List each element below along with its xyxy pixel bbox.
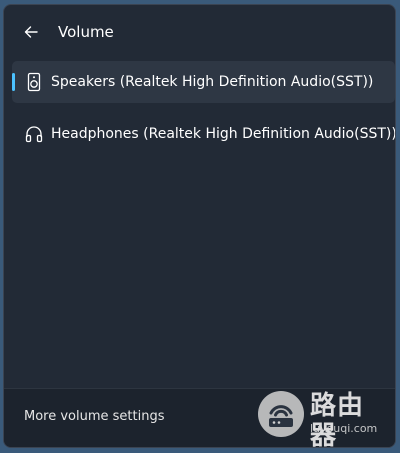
device-label: Speakers (Realtek High Definition Audio(…: [51, 74, 374, 90]
device-label: Headphones (Realtek High Definition Audi…: [51, 126, 396, 142]
headphones-icon: [25, 126, 43, 143]
selected-indicator: [12, 73, 15, 91]
arrow-left-icon: [24, 26, 38, 38]
device-item-speakers[interactable]: Speakers (Realtek High Definition Audio(…: [12, 61, 395, 103]
page-title: Volume: [58, 23, 114, 41]
flyout-header: Volume: [4, 5, 395, 57]
back-button[interactable]: [18, 19, 44, 45]
volume-flyout: Volume Speakers (Realtek High Definition…: [3, 4, 396, 448]
watermark-url: luyouqi.com: [310, 422, 378, 435]
router-logo-icon: [258, 391, 304, 437]
more-volume-settings-link[interactable]: More volume settings: [24, 408, 165, 426]
speaker-icon: [27, 72, 41, 92]
watermark-title: 路由器: [310, 391, 365, 451]
device-item-headphones[interactable]: Headphones (Realtek High Definition Audi…: [12, 113, 395, 155]
watermark: 路由器 luyouqi.com: [258, 391, 388, 451]
